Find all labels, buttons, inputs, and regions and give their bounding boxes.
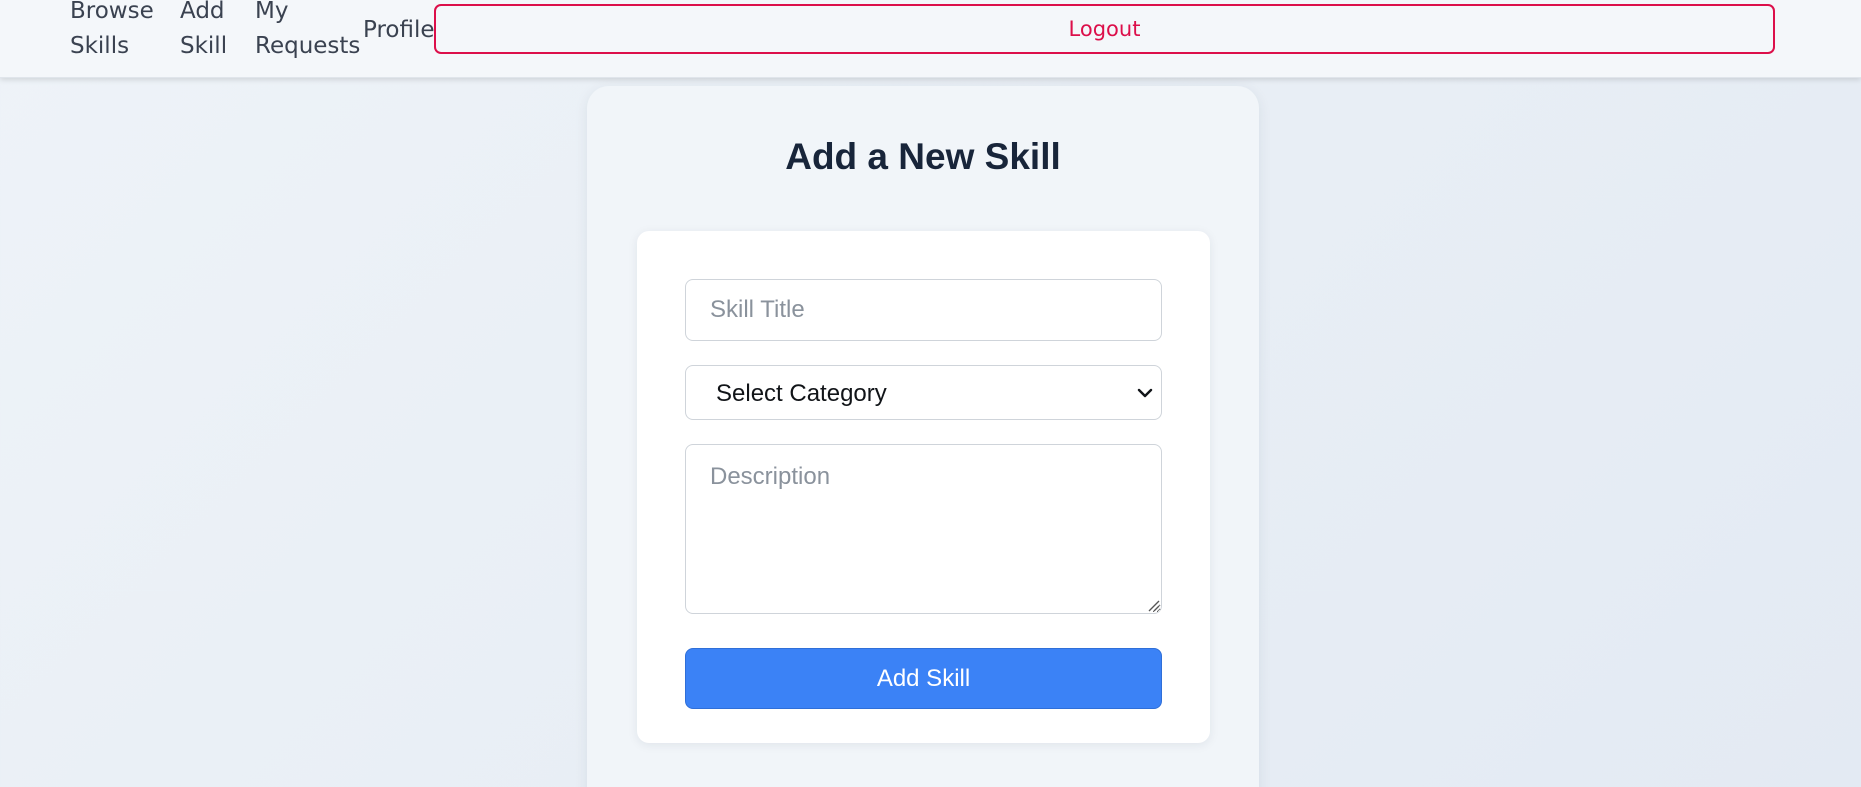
- nav-my-requests-link[interactable]: My Requests: [255, 0, 365, 64]
- nav-profile-link[interactable]: Profile: [363, 13, 443, 48]
- nav-add-skill-link[interactable]: Add Skill: [180, 0, 236, 64]
- page-title: Add a New Skill: [785, 136, 1061, 177]
- skill-title-input[interactable]: [685, 279, 1162, 341]
- category-select-value: Select Category: [716, 380, 887, 407]
- nav-browse-skills-link[interactable]: Browse Skills: [70, 0, 160, 64]
- add-skill-submit-button[interactable]: Add Skill: [685, 648, 1162, 709]
- description-textarea[interactable]: [685, 444, 1162, 614]
- add-skill-panel: Add a New Skill Select Category Add Skil…: [587, 86, 1259, 787]
- top-navbar: Browse Skills Add Skill My Requests Prof…: [0, 0, 1861, 78]
- resize-handle-icon[interactable]: [1147, 599, 1160, 612]
- logout-button[interactable]: Logout: [434, 4, 1775, 54]
- category-select[interactable]: Select Category: [685, 365, 1162, 420]
- chevron-down-icon: [1137, 388, 1153, 398]
- add-skill-form: Select Category Add Skill: [637, 231, 1210, 743]
